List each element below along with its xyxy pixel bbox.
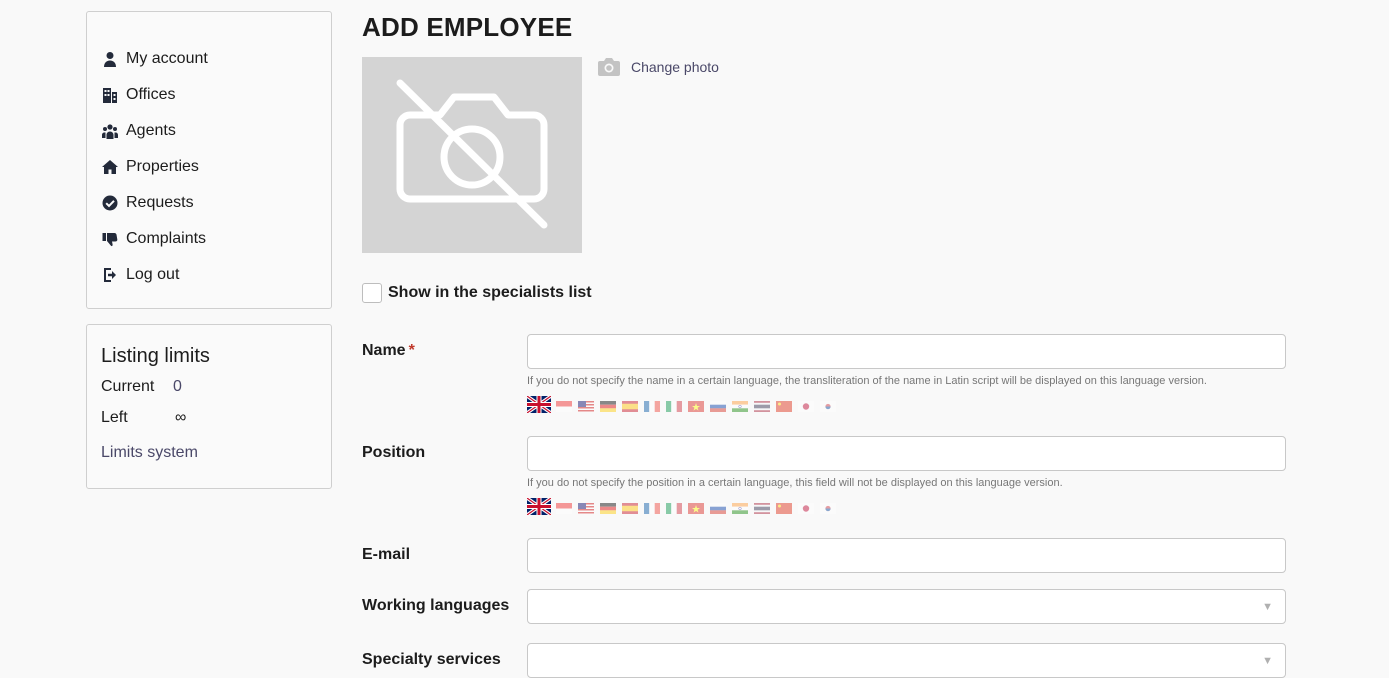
flag-id-icon[interactable] [556, 501, 572, 514]
flag-jp-icon[interactable] [798, 501, 814, 514]
flag-fr-icon[interactable] [644, 501, 660, 514]
flag-th-icon[interactable] [754, 501, 770, 514]
name-hint: If you do not specify the name in a cert… [527, 375, 1207, 387]
flag-my-icon[interactable] [578, 399, 594, 412]
flag-jp-icon[interactable] [798, 399, 814, 412]
limit-left-value: ∞ [175, 409, 187, 426]
flag-uk-icon[interactable] [526, 496, 552, 517]
flag-fr-icon[interactable] [644, 399, 660, 412]
email-label: E-mail [362, 546, 411, 563]
position-input[interactable] [527, 436, 1286, 471]
flag-in-icon[interactable] [732, 501, 748, 514]
position-hint: If you do not specify the position in a … [527, 477, 1063, 489]
flag-vn-icon[interactable] [688, 399, 704, 412]
working-languages-select[interactable]: ▼ [527, 589, 1286, 624]
menu-item-requests[interactable]: Requests [87, 185, 331, 221]
name-language-flags [526, 394, 842, 415]
limit-current-value: 0 [173, 378, 182, 395]
camera-icon [598, 58, 620, 76]
user-icon [101, 50, 119, 68]
menu-item-my-account[interactable]: My account [87, 41, 331, 77]
limit-current-row: Current 0 [101, 378, 317, 409]
dropdown-arrow-icon: ▼ [1262, 601, 1273, 613]
flag-th-icon[interactable] [754, 399, 770, 412]
thumbs-down-icon [101, 230, 119, 248]
position-language-flags [526, 496, 842, 517]
flag-es-icon[interactable] [622, 399, 638, 412]
flag-vn-icon[interactable] [688, 501, 704, 514]
menu-item-label: Offices [126, 86, 176, 103]
menu-item-label: Requests [126, 194, 194, 211]
flag-in-icon[interactable] [732, 399, 748, 412]
flag-ru-icon[interactable] [710, 399, 726, 412]
flag-it-icon[interactable] [666, 399, 682, 412]
sidebar-menu: My account Offices Agents Properties Req… [87, 12, 331, 293]
menu-item-complaints[interactable]: Complaints [87, 221, 331, 257]
flag-id-icon[interactable] [556, 399, 572, 412]
check-circle-icon [101, 194, 119, 212]
flag-cn-icon[interactable] [776, 399, 792, 412]
employee-photo-placeholder [362, 57, 582, 253]
show-specialists-checkbox[interactable] [362, 283, 382, 303]
menu-item-label: Log out [126, 266, 180, 283]
email-input[interactable] [527, 538, 1286, 573]
position-label: Position [362, 444, 426, 461]
show-specialists-row: Show in the specialists list [362, 283, 592, 303]
required-mark: * [408, 342, 415, 359]
menu-item-properties[interactable]: Properties [87, 149, 331, 185]
menu-item-label: My account [126, 50, 208, 67]
flag-ru-icon[interactable] [710, 501, 726, 514]
menu-item-agents[interactable]: Agents [87, 113, 331, 149]
change-photo-button[interactable]: Change photo [597, 57, 719, 77]
dropdown-arrow-icon: ▼ [1262, 655, 1273, 667]
no-photo-icon [396, 79, 548, 229]
name-label: Name * [362, 342, 415, 360]
show-specialists-label: Show in the specialists list [388, 284, 592, 301]
menu-item-label: Properties [126, 158, 199, 175]
flag-it-icon[interactable] [666, 501, 682, 514]
logout-icon [101, 266, 119, 284]
menu-item-log-out[interactable]: Log out [87, 257, 331, 293]
menu-item-label: Agents [126, 122, 176, 139]
flag-uk-icon[interactable] [526, 394, 552, 415]
specialty-services-select[interactable]: ▼ [527, 643, 1286, 678]
building-icon [101, 86, 119, 104]
change-photo-label: Change photo [631, 59, 719, 75]
flag-es-icon[interactable] [622, 501, 638, 514]
flag-my-icon[interactable] [578, 501, 594, 514]
limits-system-link[interactable]: Limits system [101, 444, 317, 462]
users-icon [101, 122, 119, 140]
name-input[interactable] [527, 334, 1286, 369]
limit-left-row: Left ∞ [101, 409, 317, 440]
flag-kr-icon[interactable] [820, 501, 836, 514]
listing-limits-title: Listing limits [101, 345, 210, 367]
name-label-text: Name [362, 342, 406, 359]
flag-de-icon[interactable] [600, 501, 616, 514]
listing-limits-panel: Listing limits Current 0 Left ∞ Limits s… [86, 324, 332, 489]
menu-item-label: Complaints [126, 230, 207, 247]
limit-current-label: Current [101, 378, 155, 395]
flag-cn-icon[interactable] [776, 501, 792, 514]
flag-de-icon[interactable] [600, 399, 616, 412]
home-icon [101, 158, 119, 176]
limit-left-label: Left [101, 409, 128, 426]
page-title: ADD EMPLOYEE [362, 12, 573, 42]
account-menu: My account Offices Agents Properties Req… [86, 11, 332, 309]
working-languages-label: Working languages [362, 597, 510, 614]
specialty-services-label: Specialty services [362, 651, 501, 668]
flag-kr-icon[interactable] [820, 399, 836, 412]
menu-item-offices[interactable]: Offices [87, 77, 331, 113]
